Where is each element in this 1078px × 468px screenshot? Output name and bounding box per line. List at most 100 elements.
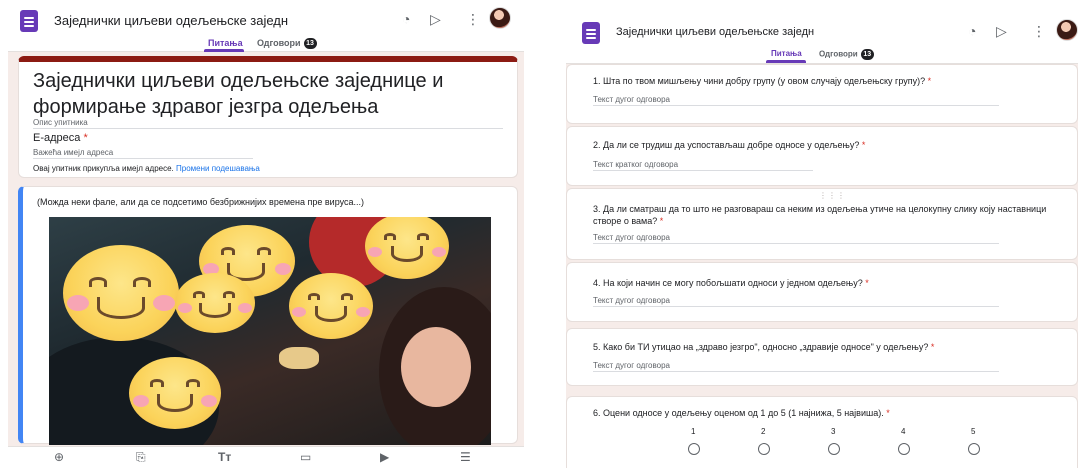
question-text: 5. Како би ТИ утицао на „здраво језгро",… — [593, 341, 1063, 353]
import-questions-icon[interactable]: ⎘ — [136, 451, 146, 463]
emoji-cheek — [178, 303, 192, 313]
palette-icon[interactable]: ◔ — [968, 24, 976, 38]
answer-underline — [593, 371, 999, 372]
emoji-mouth — [157, 394, 193, 412]
required-mark: * — [886, 408, 890, 418]
scale-radio-1[interactable] — [688, 443, 700, 455]
responses-count-badge: 13 — [303, 38, 317, 50]
emoji-cheek — [238, 303, 252, 313]
question-text: 1. Шта по твом мишљењу чини добру групу … — [593, 75, 1063, 87]
add-image-icon[interactable]: ▭ — [300, 451, 311, 463]
required-mark: * — [865, 278, 869, 288]
more-icon[interactable]: ⋮ — [1032, 24, 1046, 38]
emoji-eye — [186, 379, 200, 387]
avatar[interactable] — [1056, 19, 1078, 41]
emoji-eye — [308, 293, 320, 300]
emoji-eye — [221, 247, 235, 255]
form-header-card[interactable]: Заједнички циљеви одељењске заједнице и … — [18, 56, 518, 178]
tab-questions[interactable]: Питања — [208, 38, 243, 48]
emoji-eye — [193, 291, 205, 298]
form-title[interactable]: Заједнички циљеви одељењске заједнице и … — [33, 68, 503, 120]
question-card-6[interactable]: 6. Оцени односе у одељењу оценом од 1 до… — [566, 396, 1078, 468]
drag-handle[interactable]: ⋮⋮⋮ — [819, 191, 846, 200]
send-icon[interactable]: ▷ — [996, 24, 1007, 38]
tab-responses-label: Одговори — [257, 38, 301, 48]
required-mark: * — [861, 140, 866, 150]
question-card-4[interactable]: 4. На који начин се могу побољшати однос… — [566, 262, 1078, 322]
app-title: Заједнички циљеви одељењске заједн — [616, 26, 815, 38]
palette-icon[interactable]: ◔ — [402, 12, 410, 26]
scale-radio-4[interactable] — [898, 443, 910, 455]
emoji-mouth — [199, 303, 231, 318]
emoji-face — [175, 273, 255, 333]
left-phone-screen: Заједнички циљеви одељењске заједн ◔ ▷ ⋮… — [8, 0, 524, 468]
question-4-text: 4. На који начин се могу побољшати однос… — [593, 278, 863, 288]
add-section-icon[interactable]: ☰ — [460, 451, 471, 463]
send-icon[interactable]: ▷ — [430, 12, 441, 26]
change-settings-link[interactable]: Промени подешавања — [176, 164, 260, 173]
emoji-cheek — [153, 295, 175, 311]
question-5-text: 5. Како би ТИ утицао на „здраво језгро",… — [593, 342, 929, 352]
right-tablet-screen: Заједнички циљеви одељењске заједн ◔ ▷ ⋮… — [566, 12, 1078, 468]
screenshot-collage: Заједнички циљеви одељењске заједн ◔ ▷ ⋮… — [0, 0, 1078, 468]
tab-questions[interactable]: Питања — [771, 49, 802, 58]
scale-label-5: 5 — [971, 427, 976, 436]
emoji-cheek — [368, 247, 382, 257]
long-answer-field[interactable]: Текст дугог одговора — [593, 95, 670, 104]
avatar[interactable] — [489, 7, 511, 29]
email-label: Е-адреса * — [33, 132, 88, 144]
description-field[interactable]: Опис упитника — [33, 118, 88, 127]
photo-region — [279, 347, 319, 369]
question-2-text: 2. Да ли се трудиш да успостављаш добре … — [593, 140, 860, 150]
answer-underline — [593, 105, 999, 106]
class-photo[interactable] — [49, 217, 491, 445]
question-6-text: 6. Оцени односе у одељењу оценом од 1 до… — [593, 408, 884, 418]
emoji-eye — [133, 277, 151, 287]
add-video-icon[interactable]: ▶ — [380, 451, 389, 463]
top-app-bar: Заједнички циљеви одељењске заједн ◔ ▷ ⋮… — [8, 0, 524, 52]
answer-underline — [593, 243, 999, 244]
answer-underline — [593, 170, 813, 171]
app-title: Заједнички циљеви одељењске заједн — [54, 13, 289, 28]
required-mark: * — [930, 342, 935, 352]
question-text: 3. Да ли сматраш да то што не разговараш… — [593, 203, 1071, 227]
email-underline — [33, 158, 253, 159]
forms-logo-icon — [582, 22, 600, 44]
long-answer-field[interactable]: Текст дугог одговора — [593, 233, 670, 242]
top-app-bar: Заједнички циљеви одељењске заједн ◔ ▷ ⋮… — [566, 12, 1078, 64]
emoji-mouth — [315, 306, 347, 322]
forms-logo-icon — [20, 10, 38, 32]
image-card[interactable]: (Можда неки фале, али да се подсетимо бе… — [18, 186, 518, 445]
scale-label-2: 2 — [761, 427, 766, 436]
emoji-cheek — [275, 263, 291, 275]
emoji-cheek — [67, 295, 89, 311]
required-mark: * — [927, 76, 932, 86]
scale-radio-3[interactable] — [828, 443, 840, 455]
emoji-eye — [150, 379, 164, 387]
long-answer-field[interactable]: Текст дугог одговора — [593, 296, 670, 305]
emoji-cheek — [292, 307, 306, 317]
question-card-3[interactable]: ⋮⋮⋮ 3. Да ли сматраш да то што не разгов… — [566, 188, 1078, 260]
photo-region — [401, 327, 471, 407]
scale-radio-2[interactable] — [758, 443, 770, 455]
question-card-2[interactable]: 2. Да ли се трудиш да успостављаш добре … — [566, 126, 1078, 186]
emoji-eye — [257, 247, 271, 255]
add-question-icon[interactable]: ⊕ — [54, 451, 64, 463]
active-tab-indicator — [766, 60, 806, 63]
scale-radio-5[interactable] — [968, 443, 980, 455]
question-card-1[interactable]: 1. Шта по твом мишљењу чини добру групу … — [566, 64, 1078, 124]
email-notice-text: Овај упитник прикупља имејл адресе. — [33, 164, 174, 173]
more-icon[interactable]: ⋮ — [466, 12, 480, 26]
emoji-eye — [89, 277, 107, 287]
question-card-5[interactable]: 5. Како би ТИ утицао на „здраво језгро",… — [566, 328, 1078, 386]
tab-responses[interactable]: Одговори 13 — [257, 38, 317, 50]
tab-responses[interactable]: Одговори 13 — [819, 49, 874, 60]
long-answer-field[interactable]: Текст дугог одговора — [593, 361, 670, 370]
emoji-mouth — [97, 297, 145, 319]
email-field[interactable]: Важећа имејл адреса — [33, 148, 113, 157]
emoji-face — [63, 245, 179, 341]
question-1-text: 1. Шта по твом мишљењу чини добру групу … — [593, 76, 926, 86]
add-title-icon[interactable]: Tт — [218, 451, 231, 463]
short-answer-field[interactable]: Текст кратког одговора — [593, 160, 678, 169]
email-notice: Овај упитник прикупља имејл адресе. Пром… — [33, 164, 260, 173]
